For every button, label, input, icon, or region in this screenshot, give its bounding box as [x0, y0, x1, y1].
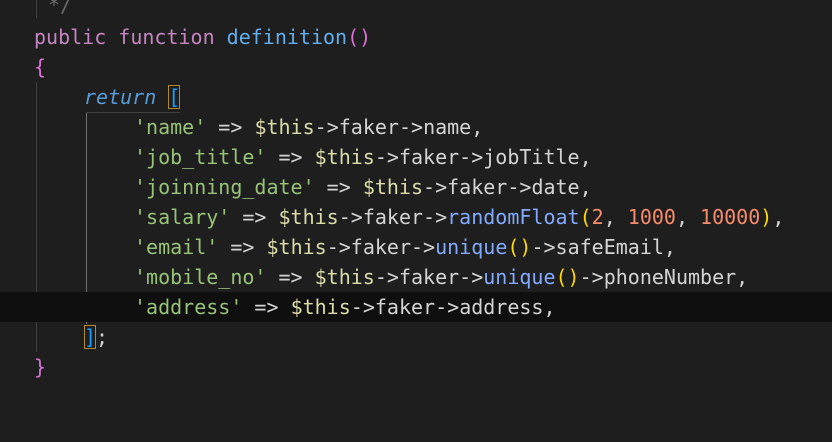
keyword-public: public [34, 25, 107, 49]
code-line-salary[interactable]: 'salary' => $this->faker->randomFloat(2,… [0, 202, 832, 232]
semicolon: ; [96, 325, 109, 349]
code-line-function-signature[interactable]: public function definition() [0, 22, 832, 52]
code-line-joinning-date[interactable]: 'joinning_date' => $this->faker->date, [0, 172, 832, 202]
code-line-name[interactable]: 'name' => $this->faker->name, [0, 112, 832, 142]
this-variable: $this [314, 265, 375, 289]
code-line-open-brace[interactable]: { [0, 52, 832, 82]
double-arrow-operator: => [254, 295, 279, 319]
faker-property: faker [374, 295, 436, 319]
comma: , [675, 205, 701, 229]
this-variable: $this [254, 115, 315, 139]
call-parens: () [555, 265, 580, 289]
object-operator: -> [507, 175, 532, 199]
object-operator: -> [423, 175, 448, 199]
number-literal: 10000 [700, 205, 761, 229]
close-bracket: ] [84, 325, 97, 349]
open-bracket: [ [168, 85, 181, 109]
function-name: definition [226, 25, 348, 49]
double-arrow-operator: => [230, 235, 255, 259]
code-line-job-title[interactable]: 'job_title' => $this->faker->jobTitle, [0, 142, 832, 172]
keyword-function: function [118, 25, 215, 49]
object-operator: -> [423, 205, 448, 229]
array-entry-joinning-date: 'joinning_date' => $this->faker->date, [134, 172, 592, 202]
object-operator: -> [411, 235, 436, 259]
key-string: 'mobile_no' [134, 265, 267, 289]
close-paren: ) [760, 205, 773, 229]
object-operator: -> [435, 295, 460, 319]
array-entry-mobile-no: 'mobile_no' => $this->faker->unique()->p… [134, 262, 748, 292]
faker-member: jobTitle, [483, 145, 592, 169]
comment-text: */ [48, 0, 73, 17]
object-operator: -> [459, 265, 484, 289]
number-literal: 1000 [627, 205, 676, 229]
double-arrow-operator: => [326, 175, 351, 199]
number-literal: 2 [591, 205, 604, 229]
array-close: ]; [84, 322, 108, 352]
object-operator: -> [531, 235, 556, 259]
object-operator: -> [350, 295, 375, 319]
key-string: 'address' [134, 295, 243, 319]
object-operator: -> [326, 235, 351, 259]
faker-property: faker [350, 235, 412, 259]
this-variable: $this [362, 175, 424, 199]
object-operator: -> [338, 205, 363, 229]
double-arrow-operator: => [278, 265, 303, 289]
faker-member: phoneNumber, [603, 265, 749, 289]
array-entry-name: 'name' => $this->faker->name, [134, 112, 483, 142]
trailing-comma: , [772, 205, 785, 229]
double-arrow-operator: => [278, 145, 303, 169]
array-entry-address: 'address' => $this->faker->address, [134, 292, 556, 322]
function-signature: public function definition() [34, 22, 371, 52]
faker-member: name, [423, 115, 484, 139]
this-variable: $this [314, 145, 375, 169]
code-line-address-current[interactable]: 'address' => $this->faker->address, [0, 292, 832, 322]
code-line-close-brace[interactable]: } [0, 352, 832, 382]
faker-member: safeEmail, [555, 235, 676, 259]
faker-member: address, [459, 295, 556, 319]
open-paren: ( [579, 205, 592, 229]
array-entry-salary: 'salary' => $this->faker->randomFloat(2,… [134, 202, 784, 232]
key-string: 'email' [134, 235, 219, 259]
code-line-close-bracket[interactable]: ]; [0, 322, 832, 352]
method-unique: unique [483, 265, 556, 289]
array-entry-email: 'email' => $this->faker->unique()->safeE… [134, 232, 676, 262]
object-operator: -> [398, 115, 424, 139]
faker-property: faker [362, 205, 424, 229]
close-brace: } [34, 355, 47, 379]
open-brace: { [34, 55, 47, 79]
object-operator: -> [374, 145, 399, 169]
code-line-return[interactable]: return [ [0, 82, 832, 112]
method-random-float: randomFloat [447, 205, 580, 229]
function-parens: () [347, 25, 372, 49]
this-variable: $this [266, 235, 327, 259]
return-statement: return [ [84, 82, 181, 112]
call-parens: () [507, 235, 532, 259]
array-entry-job-title: 'job_title' => $this->faker->jobTitle, [134, 142, 592, 172]
faker-member: date, [531, 175, 592, 199]
this-variable: $this [290, 295, 351, 319]
method-unique: unique [435, 235, 508, 259]
this-variable: $this [278, 205, 339, 229]
faker-property: faker [398, 145, 460, 169]
key-string: 'name' [134, 115, 207, 139]
code-line-comment-end[interactable]: */ [0, 0, 832, 20]
faker-property: faker [447, 175, 508, 199]
double-arrow-operator: => [218, 115, 243, 139]
object-operator: -> [459, 145, 484, 169]
comma: , [603, 205, 628, 229]
key-string: 'salary' [134, 205, 231, 229]
code-line-email[interactable]: 'email' => $this->faker->unique()->safeE… [0, 232, 832, 262]
faker-property: faker [398, 265, 460, 289]
key-string: 'job_title' [134, 145, 267, 169]
double-arrow-operator: => [242, 205, 267, 229]
object-operator: -> [374, 265, 399, 289]
faker-property: faker [338, 115, 399, 139]
code-line-mobile-no[interactable]: 'mobile_no' => $this->faker->unique()->p… [0, 262, 832, 292]
code-editor[interactable]: */ public function definition() { return… [0, 0, 832, 406]
object-operator: -> [579, 265, 604, 289]
keyword-return: return [84, 85, 157, 109]
object-operator: -> [314, 115, 339, 139]
key-string: 'joinning_date' [134, 175, 315, 199]
